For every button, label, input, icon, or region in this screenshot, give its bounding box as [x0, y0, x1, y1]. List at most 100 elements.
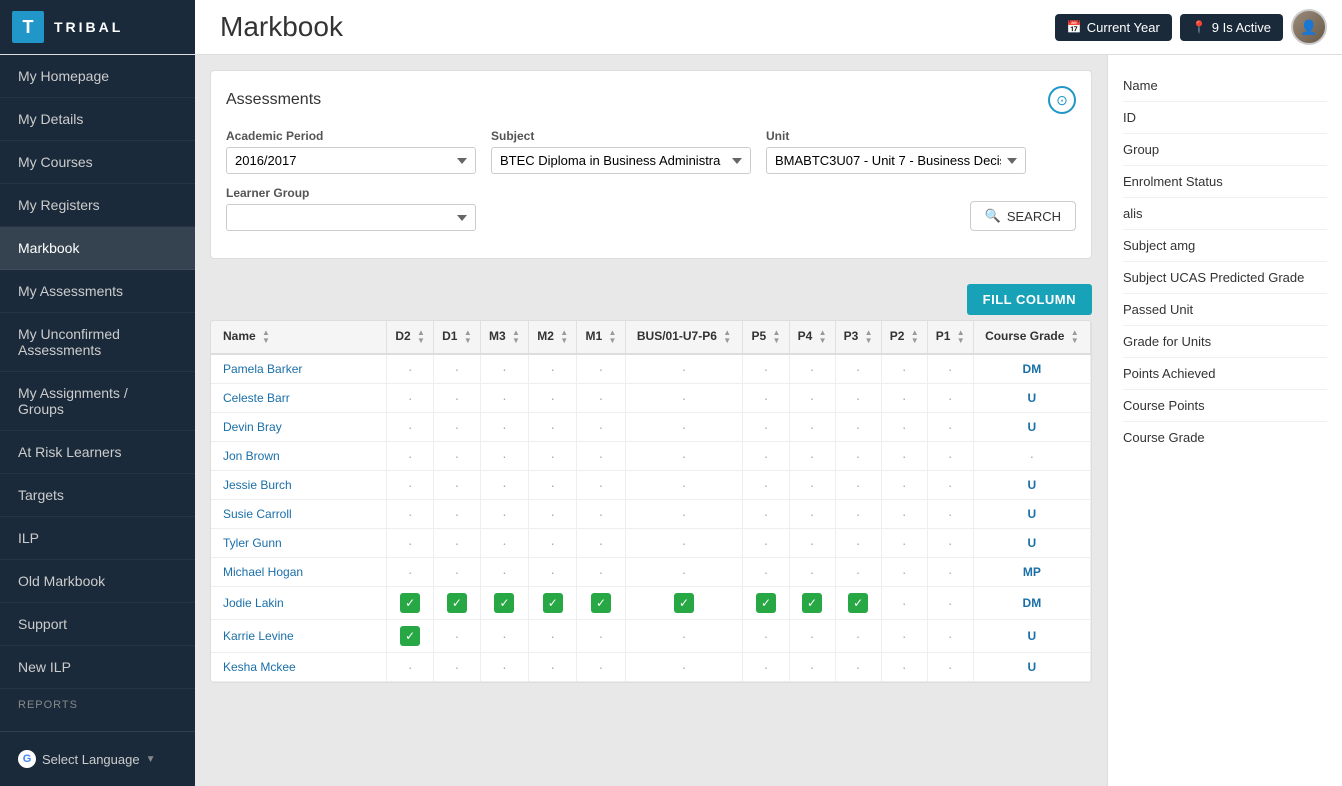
cell-bus[interactable]: ·	[625, 500, 743, 529]
cell-m1[interactable]: ·	[577, 500, 625, 529]
cell-course-grade[interactable]: U	[973, 529, 1090, 558]
cell-m2[interactable]: ·	[529, 384, 577, 413]
cell-d1[interactable]: ·	[434, 354, 481, 384]
cell-m2[interactable]: ·	[529, 354, 577, 384]
cell-m3[interactable]: ·	[480, 500, 528, 529]
right-panel-item[interactable]: Course Grade	[1123, 422, 1327, 453]
cell-name[interactable]: Jessie Burch	[211, 471, 387, 500]
col-p2[interactable]: P2 ▲▼	[881, 321, 927, 354]
cell-d2[interactable]: ·	[387, 500, 434, 529]
avatar[interactable]: 👤	[1291, 9, 1327, 45]
sidebar-item-my-registers[interactable]: My Registers	[0, 184, 195, 227]
cell-m1[interactable]: ·	[577, 413, 625, 442]
cell-p3[interactable]: ·	[835, 471, 881, 500]
col-d1[interactable]: D1 ▲▼	[434, 321, 481, 354]
cell-m3[interactable]: ·	[480, 653, 528, 682]
col-m3[interactable]: M3 ▲▼	[480, 321, 528, 354]
sidebar-item-support[interactable]: Support	[0, 603, 195, 646]
cell-d2[interactable]: ·	[387, 653, 434, 682]
cell-p4[interactable]: ·	[789, 653, 835, 682]
cell-m1[interactable]: ✓	[577, 587, 625, 620]
cell-m1[interactable]: ·	[577, 354, 625, 384]
subject-select[interactable]: BTEC Diploma in Business Administra	[491, 147, 751, 174]
search-button[interactable]: 🔍 SEARCH	[970, 201, 1076, 231]
cell-name[interactable]: Karrie Levine	[211, 620, 387, 653]
cell-p2[interactable]: ·	[881, 354, 927, 384]
cell-bus[interactable]: ·	[625, 653, 743, 682]
cell-d1[interactable]: ·	[434, 620, 481, 653]
cell-course-grade[interactable]: U	[973, 413, 1090, 442]
cell-m2[interactable]: ·	[529, 653, 577, 682]
cell-p2[interactable]: ·	[881, 413, 927, 442]
cell-d2[interactable]: ✓	[387, 620, 434, 653]
cell-course-grade[interactable]: ·	[973, 442, 1090, 471]
is-active-button[interactable]: 📍 9 Is Active	[1180, 14, 1283, 41]
cell-p3[interactable]: ·	[835, 500, 881, 529]
cell-p4[interactable]: ·	[789, 558, 835, 587]
cell-bus[interactable]: ✓	[625, 587, 743, 620]
cell-name[interactable]: Susie Carroll	[211, 500, 387, 529]
cell-p1[interactable]: ·	[927, 558, 973, 587]
cell-p2[interactable]: ·	[881, 471, 927, 500]
cell-m1[interactable]: ·	[577, 620, 625, 653]
cell-p3[interactable]: ·	[835, 442, 881, 471]
cell-p4[interactable]: ✓	[789, 587, 835, 620]
cell-name[interactable]: Jon Brown	[211, 442, 387, 471]
cell-d1[interactable]: ·	[434, 558, 481, 587]
cell-p5[interactable]: ·	[743, 384, 789, 413]
cell-d1[interactable]: ·	[434, 529, 481, 558]
cell-bus[interactable]: ·	[625, 471, 743, 500]
cell-p4[interactable]: ·	[789, 471, 835, 500]
cell-m3[interactable]: ✓	[480, 587, 528, 620]
col-m2[interactable]: M2 ▲▼	[529, 321, 577, 354]
cell-bus[interactable]: ·	[625, 413, 743, 442]
cell-p4[interactable]: ·	[789, 413, 835, 442]
right-panel-item[interactable]: Enrolment Status	[1123, 166, 1327, 198]
right-panel-item[interactable]: Group	[1123, 134, 1327, 166]
select-language-button[interactable]: G Select Language ▼	[0, 742, 195, 776]
fill-column-button[interactable]: FILL COLUMN	[967, 284, 1092, 315]
col-d2[interactable]: D2 ▲▼	[387, 321, 434, 354]
cell-p1[interactable]: ·	[927, 500, 973, 529]
cell-p5[interactable]: ✓	[743, 587, 789, 620]
cell-name[interactable]: Michael Hogan	[211, 558, 387, 587]
cell-p2[interactable]: ·	[881, 653, 927, 682]
cell-p5[interactable]: ·	[743, 653, 789, 682]
right-panel-item[interactable]: Name	[1123, 70, 1327, 102]
unit-select[interactable]: BMABTC3U07 - Unit 7 - Business Decis	[766, 147, 1026, 174]
cell-d1[interactable]: ·	[434, 471, 481, 500]
cell-p4[interactable]: ·	[789, 354, 835, 384]
cell-bus[interactable]: ·	[625, 384, 743, 413]
right-panel-item[interactable]: alis	[1123, 198, 1327, 230]
sidebar-item-markbook[interactable]: Markbook	[0, 227, 195, 270]
cell-p2[interactable]: ·	[881, 384, 927, 413]
cell-d1[interactable]: ·	[434, 442, 481, 471]
cell-p5[interactable]: ·	[743, 500, 789, 529]
cell-p5[interactable]: ·	[743, 529, 789, 558]
cell-p5[interactable]: ·	[743, 558, 789, 587]
cell-bus[interactable]: ·	[625, 529, 743, 558]
right-panel-item[interactable]: Course Points	[1123, 390, 1327, 422]
cell-p5[interactable]: ·	[743, 471, 789, 500]
cell-m1[interactable]: ·	[577, 442, 625, 471]
cell-bus[interactable]: ·	[625, 558, 743, 587]
cell-p5[interactable]: ·	[743, 413, 789, 442]
cell-p4[interactable]: ·	[789, 384, 835, 413]
cell-name[interactable]: Kesha Mckee	[211, 653, 387, 682]
cell-m3[interactable]: ·	[480, 413, 528, 442]
cell-d1[interactable]: ·	[434, 413, 481, 442]
cell-m3[interactable]: ·	[480, 558, 528, 587]
cell-p1[interactable]: ·	[927, 587, 973, 620]
cell-d2[interactable]: ·	[387, 384, 434, 413]
cell-d1[interactable]: ·	[434, 384, 481, 413]
cell-bus[interactable]: ·	[625, 354, 743, 384]
cell-m2[interactable]: ·	[529, 529, 577, 558]
sidebar-item-my-details[interactable]: My Details	[0, 98, 195, 141]
cell-p2[interactable]: ·	[881, 587, 927, 620]
cell-course-grade[interactable]: DM	[973, 587, 1090, 620]
cell-d2[interactable]: ·	[387, 558, 434, 587]
cell-m2[interactable]: ·	[529, 471, 577, 500]
sidebar-item-at-risk-learners[interactable]: At Risk Learners	[0, 431, 195, 474]
cell-d2[interactable]: ·	[387, 354, 434, 384]
cell-m3[interactable]: ·	[480, 471, 528, 500]
